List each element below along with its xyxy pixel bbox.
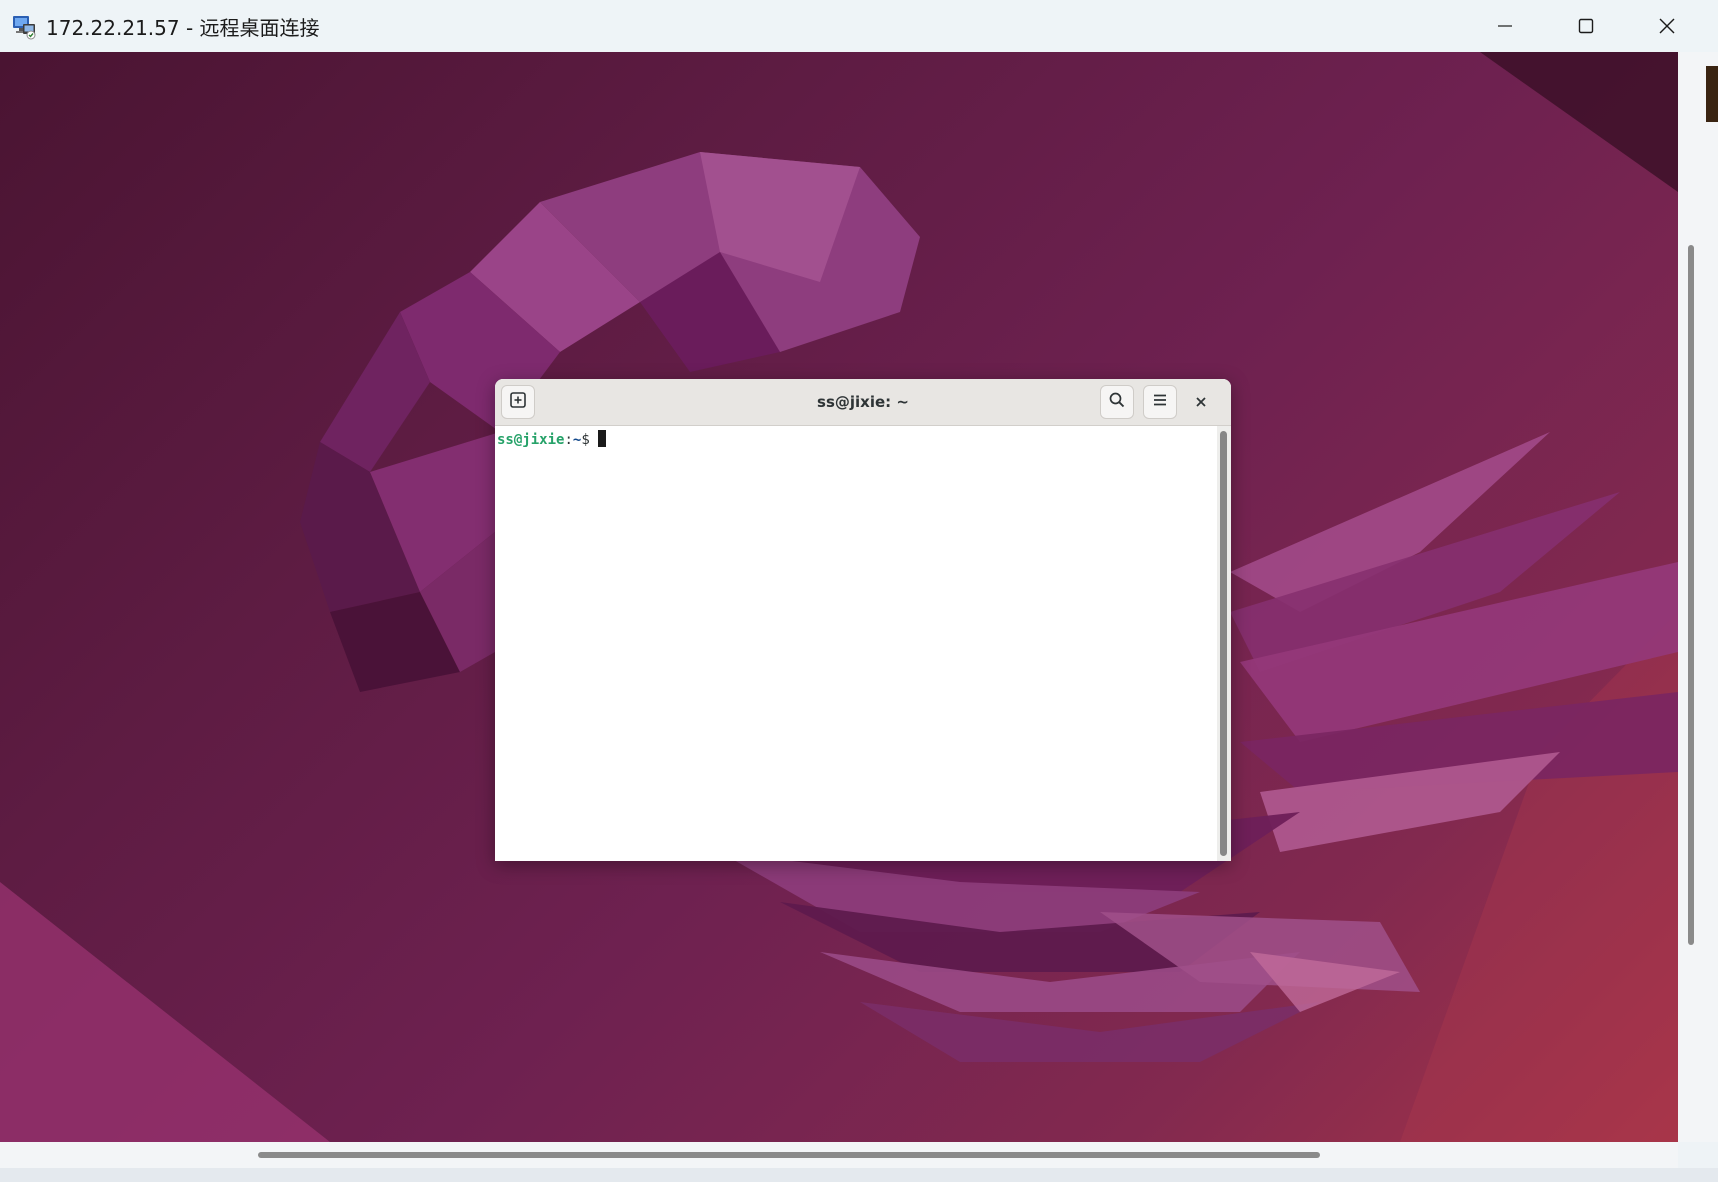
remote-desktop-icon [11, 13, 39, 41]
background-window-edge [1706, 66, 1718, 122]
new-tab-button[interactable] [501, 385, 535, 419]
minimize-button[interactable] [1465, 0, 1545, 52]
close-icon [1658, 17, 1676, 35]
close-button[interactable] [1627, 0, 1707, 52]
terminal-scrollbar-thumb[interactable] [1220, 431, 1227, 856]
terminal-window[interactable]: ss@jixie: ~ ss@jixie:~$ [495, 379, 1231, 861]
hamburger-menu-icon [1151, 391, 1169, 413]
terminal-output[interactable]: ss@jixie:~$ [495, 426, 1217, 861]
close-icon [1195, 393, 1207, 412]
terminal-header[interactable]: ss@jixie: ~ [495, 379, 1231, 426]
remote-desktop-view[interactable]: ss@jixie: ~ ss@jixie:~$ [0, 52, 1678, 1142]
taskbar-edge [0, 1168, 1718, 1182]
terminal-close-button[interactable] [1189, 390, 1213, 414]
prompt-user-host: ss@jixie [497, 432, 565, 448]
prompt-line: ss@jixie:~$ [497, 430, 606, 449]
search-icon [1108, 391, 1126, 413]
horizontal-scrollbar-thumb[interactable] [258, 1152, 1320, 1158]
vertical-scrollbar-thumb[interactable] [1688, 245, 1694, 945]
maximize-icon [1578, 18, 1594, 34]
vertical-scrollbar[interactable] [1678, 52, 1718, 1142]
window-title: 172.22.21.57 - 远程桌面连接 [46, 16, 320, 40]
maximize-button[interactable] [1546, 0, 1626, 52]
new-tab-icon [509, 391, 527, 413]
window-titlebar[interactable]: 172.22.21.57 - 远程桌面连接 [0, 0, 1718, 53]
text-cursor [597, 430, 606, 447]
menu-button[interactable] [1143, 385, 1177, 419]
prompt-separator: : [564, 432, 573, 448]
minimize-icon [1497, 18, 1513, 34]
prompt-symbol: $ [581, 432, 590, 448]
remote-desktop-window: 172.22.21.57 - 远程桌面连接 ss@jixie: ~ ss@jix… [0, 0, 1718, 1182]
search-button[interactable] [1100, 385, 1134, 419]
